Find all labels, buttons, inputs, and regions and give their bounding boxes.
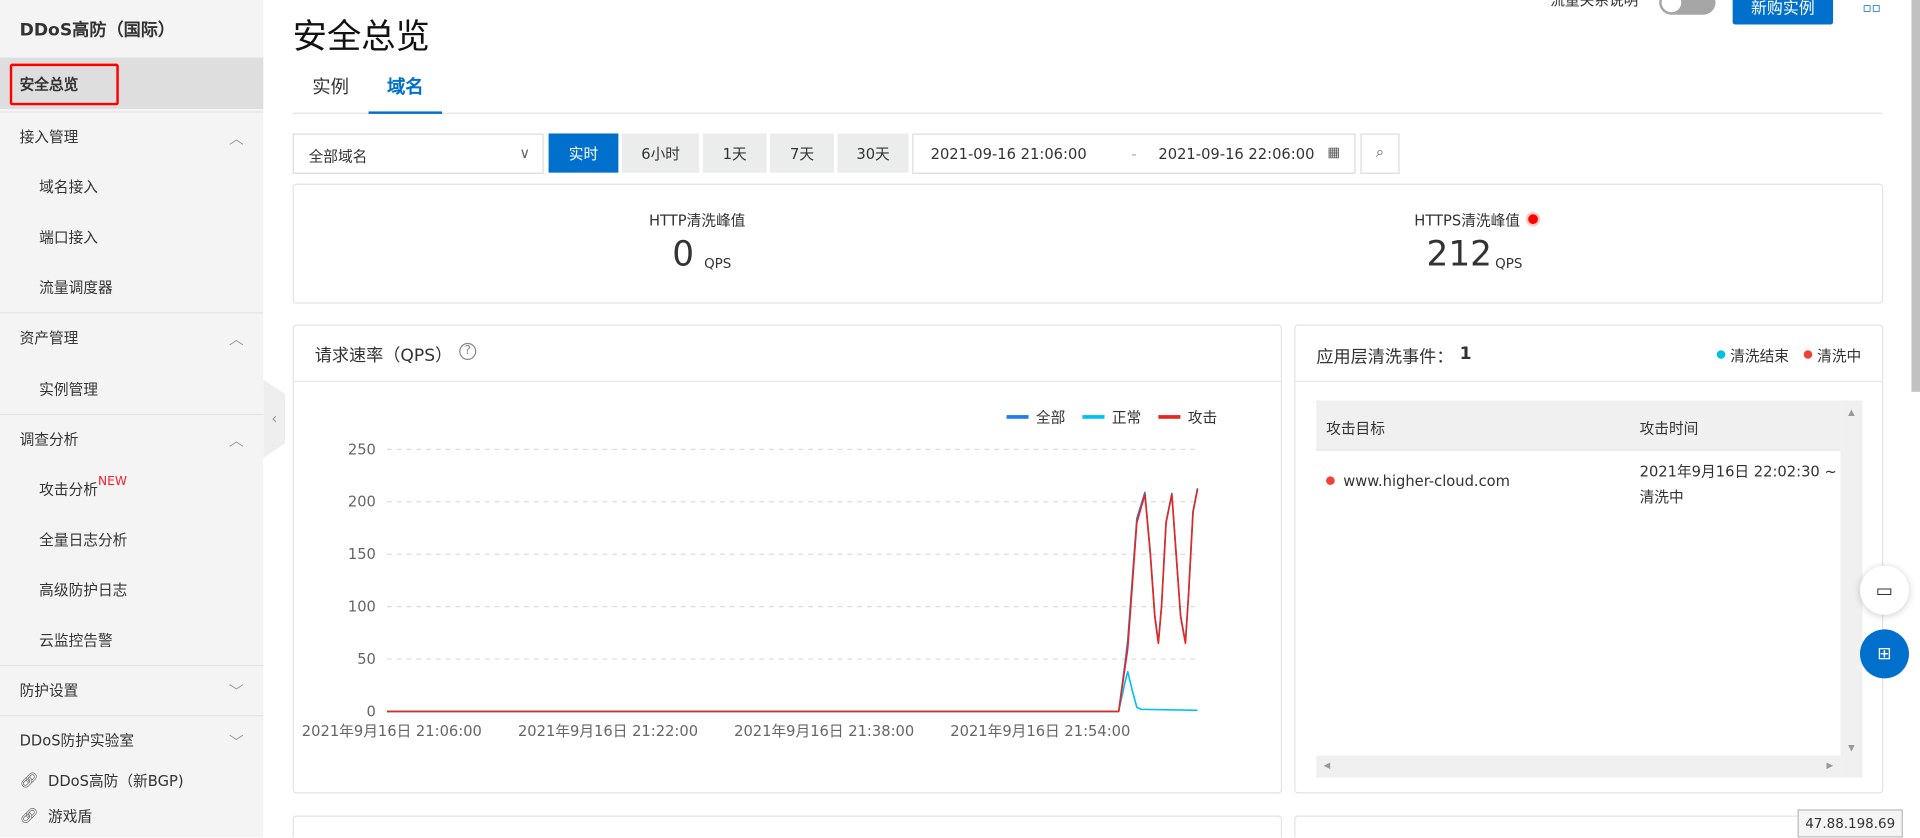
horizontal-scrollbar[interactable]: ◀ ▶ bbox=[1316, 755, 1841, 778]
y-tick-label: 150 bbox=[348, 546, 376, 563]
apps-icon[interactable]: ⊞ bbox=[1860, 629, 1909, 679]
event-status: 清洗中 bbox=[1639, 488, 1684, 506]
series-line-全部 bbox=[386, 488, 1199, 713]
ongoing-dot-icon bbox=[1326, 476, 1335, 485]
bottom-card-right bbox=[1294, 815, 1884, 838]
y-tick-label: 50 bbox=[357, 651, 376, 668]
legend-ongoing: 清洗中 bbox=[1817, 347, 1862, 365]
ip-badge: 47.88.198.69 bbox=[1797, 809, 1903, 838]
y-tick-label: 250 bbox=[348, 441, 376, 458]
bottom-card-left bbox=[292, 815, 1283, 838]
x-tick-label: 2021年9月16日 21:54:00 bbox=[950, 723, 1130, 740]
x-tick-label: 2021年9月16日 21:06:00 bbox=[302, 723, 482, 740]
series-line-攻击 bbox=[386, 489, 1199, 713]
y-tick-label: 0 bbox=[367, 703, 376, 720]
done-dot-icon bbox=[1716, 350, 1726, 359]
y-tick-label: 200 bbox=[348, 494, 376, 511]
y-tick-label: 100 bbox=[348, 599, 376, 616]
table-header: 攻击目标 攻击时间 bbox=[1316, 400, 1841, 451]
events-count: 1 bbox=[1459, 344, 1472, 364]
ongoing-dot-icon bbox=[1803, 350, 1813, 359]
col-time: 攻击时间 bbox=[1639, 420, 1699, 438]
col-target: 攻击目标 bbox=[1326, 420, 1385, 438]
legend-done: 清洗结束 bbox=[1730, 347, 1789, 365]
x-tick-label: 2021年9月16日 21:22:00 bbox=[518, 723, 698, 740]
table-row: www.higher-cloud.com 2021年9月16日 22:02:30… bbox=[1316, 452, 1840, 525]
event-time: 2021年9月16日 22:02:30 ~ bbox=[1639, 462, 1837, 481]
events-table: 攻击目标 攻击时间 www.higher-cloud.com 2021年9月16… bbox=[1316, 400, 1863, 778]
x-tick-label: 2021年9月16日 21:38:00 bbox=[734, 723, 914, 740]
series-line-正常 bbox=[386, 670, 1198, 713]
events-card: 应用层清洗事件： 1 清洗结束 清洗中 攻击目标 攻击时间 www.higher… bbox=[1294, 324, 1884, 794]
events-title: 应用层清洗事件： bbox=[1316, 347, 1454, 368]
chat-icon[interactable]: ▭ bbox=[1860, 565, 1909, 615]
target-link[interactable]: www.higher-cloud.com bbox=[1343, 473, 1510, 490]
